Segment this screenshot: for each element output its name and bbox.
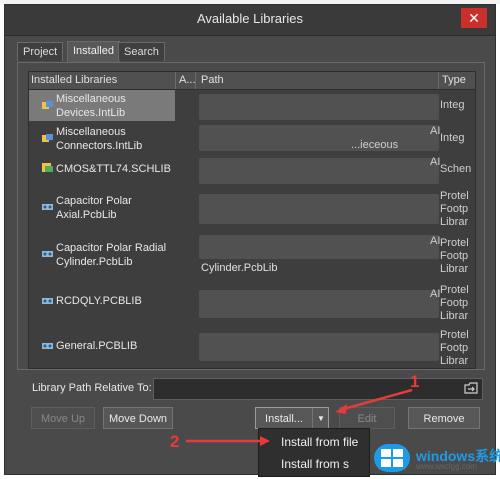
annotation-arrows	[186, 388, 413, 446]
watermark: windows系统城 www.wxclgg.com	[368, 440, 500, 474]
windows-logo-icon	[381, 449, 403, 467]
annotation-arrow-1	[339, 388, 413, 412]
annotation-arrowhead-1	[335, 404, 347, 414]
watermark-logo	[374, 444, 410, 472]
watermark-url: www.wxclgg.com	[416, 462, 477, 471]
annotation-label-2: 2	[170, 432, 180, 451]
annotation-label-1: 1	[410, 372, 420, 391]
annotation-arrowhead-2	[260, 436, 270, 446]
